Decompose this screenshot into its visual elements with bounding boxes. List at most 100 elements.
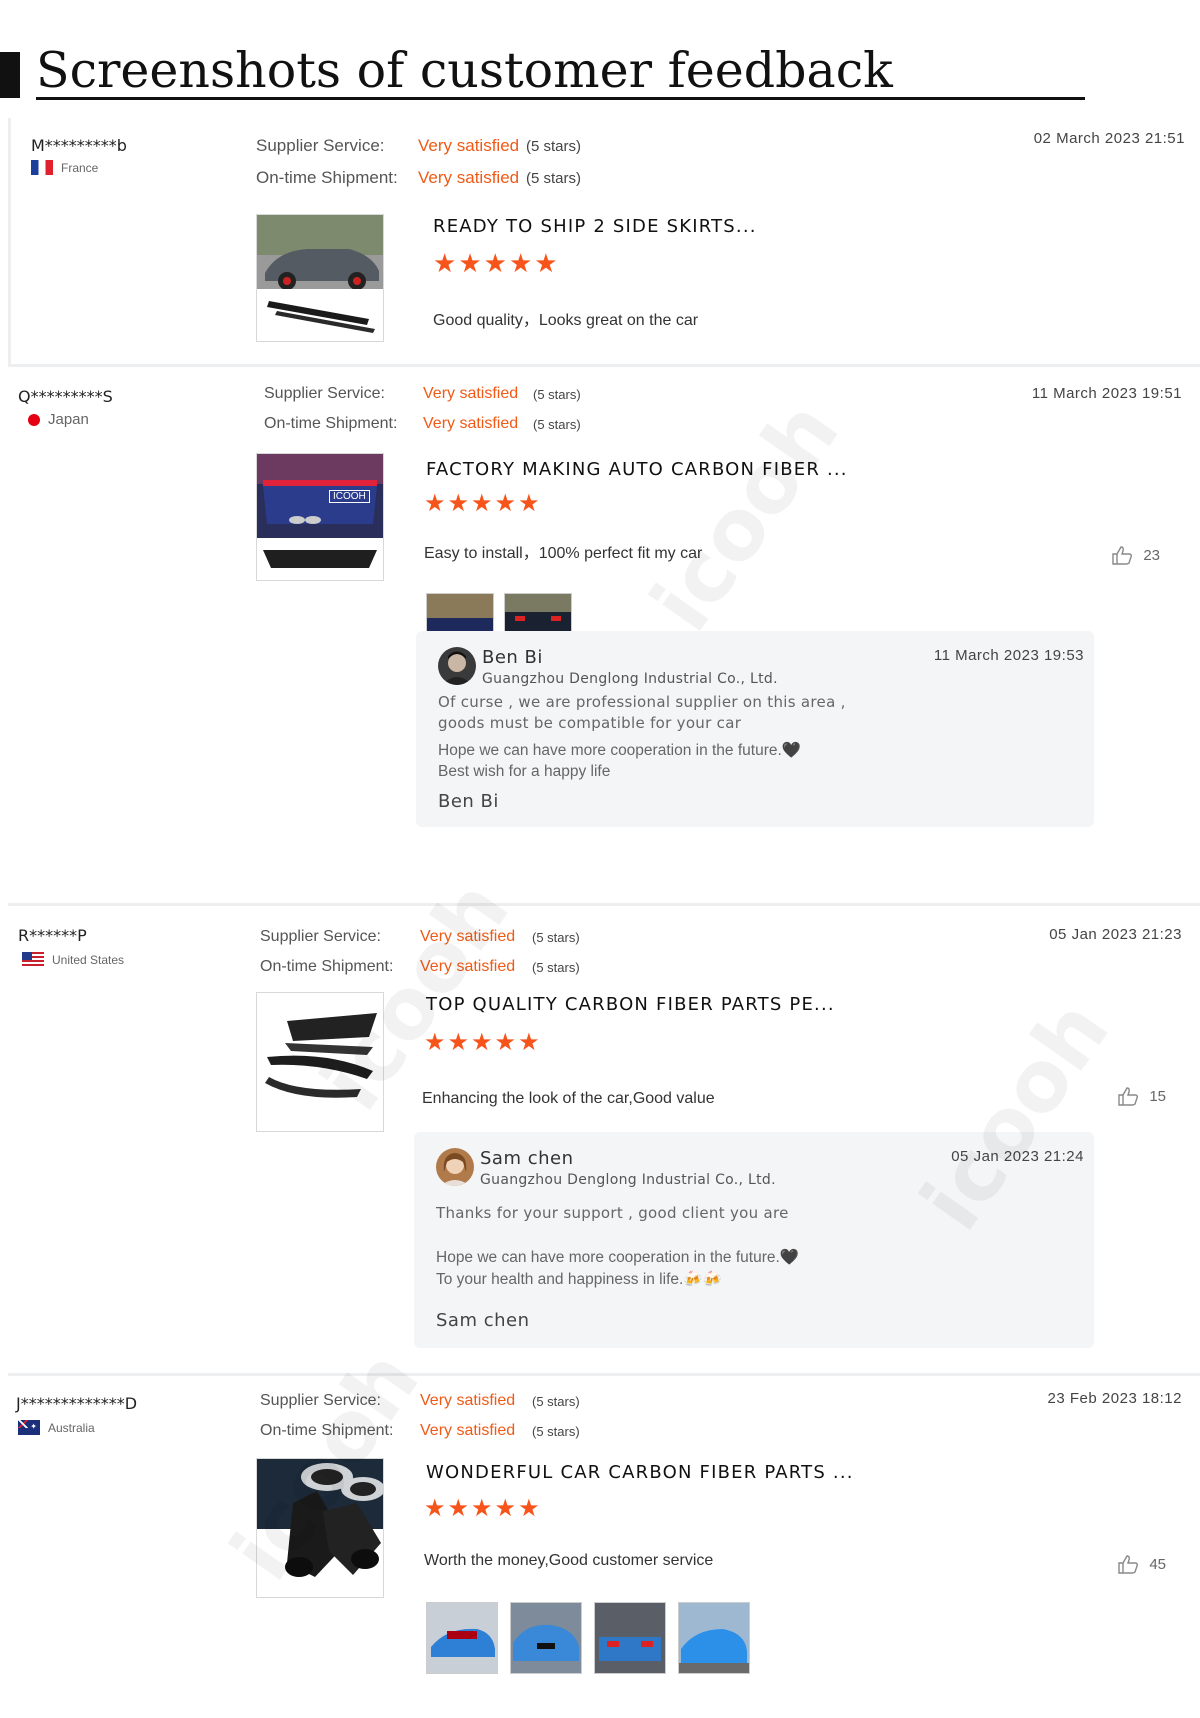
star-icon: ★: [471, 1495, 493, 1522]
rating-value: Very satisfied: [423, 415, 519, 432]
supplier-service-rating: Supplier Service: Very satisfied (5 star…: [260, 1392, 580, 1410]
country-label: United States: [52, 952, 125, 967]
product-star-rating: ★ ★ ★ ★ ★: [424, 1030, 540, 1056]
shipment-rating: On-time Shipment: Very satisfied (5 star…: [260, 958, 580, 976]
review-comment: Worth the money,Good customer service: [424, 1552, 714, 1569]
star-icon: ★: [424, 1029, 446, 1056]
star-icon: ★: [518, 1029, 540, 1056]
product-title[interactable]: FACTORY MAKING AUTO CARBON FIBER ...: [426, 459, 848, 480]
reply-signature: Sam chen: [436, 1310, 530, 1331]
star-icon: ★: [518, 1495, 540, 1522]
buyer-country: Australia: [18, 1420, 95, 1435]
like-button[interactable]: 23: [1111, 545, 1160, 565]
country-label: Australia: [48, 1420, 95, 1435]
rating-value: Very satisfied: [420, 1392, 516, 1409]
rating-stars-text: (5 stars): [526, 169, 582, 187]
rating-label: Supplier Service:: [256, 136, 385, 155]
like-button[interactable]: 45: [1117, 1554, 1166, 1574]
supplier-reply: Ben Bi Guangzhou Denglong Industrial Co.…: [416, 631, 1094, 827]
review-photo[interactable]: [510, 1602, 582, 1674]
rating-label: Supplier Service:: [264, 385, 385, 402]
product-title[interactable]: WONDERFUL CAR CARBON FIBER PARTS ...: [426, 1462, 854, 1483]
reply-text: Of curse , we are professional supplier …: [438, 693, 846, 711]
review-photo[interactable]: [678, 1602, 750, 1674]
review-card: Q*********S Japan Supplier Service: Very…: [8, 367, 1200, 906]
supplier-service-rating: Supplier Service: Very satisfied (5 star…: [256, 136, 581, 156]
france-flag-icon: [31, 160, 53, 175]
buyer-name: Q*********S: [18, 387, 113, 406]
star-icon: ★: [447, 1495, 470, 1522]
star-icon: ★: [494, 1029, 517, 1056]
product-thumbnail[interactable]: [256, 992, 384, 1132]
rating-label: Supplier Service:: [260, 1392, 381, 1409]
rating-value: Very satisfied: [420, 958, 516, 975]
reply-company: Guangzhou Denglong Industrial Co., Ltd.: [480, 1172, 776, 1188]
reply-company: Guangzhou Denglong Industrial Co., Ltd.: [482, 671, 778, 687]
star-icon: ★: [534, 248, 558, 278]
rating-value: Very satisfied: [420, 1422, 516, 1439]
star-icon: ★: [494, 1495, 517, 1522]
reply-text: Hope we can have more cooperation in the…: [436, 1249, 800, 1266]
review-card: R******P United States Supplier Service:…: [8, 863, 1200, 1376]
star-icon: ★: [494, 490, 517, 517]
rating-label: Supplier Service:: [260, 928, 381, 945]
title-underline: [36, 97, 1085, 100]
review-comment: Easy to install，100% perfect fit my car: [424, 545, 703, 562]
like-count: 23: [1143, 546, 1160, 564]
product-star-rating: ★ ★ ★ ★ ★: [433, 250, 558, 276]
product-thumbnail[interactable]: [256, 1458, 384, 1598]
rating-label: On-time Shipment:: [256, 168, 398, 187]
rating-value: Very satisfied: [423, 385, 519, 402]
rating-stars-text: (5 stars): [533, 386, 581, 402]
review-date: 02 March 2023 21:51: [1033, 130, 1185, 147]
shipment-rating: On-time Shipment: Very satisfied (5 star…: [260, 1422, 580, 1440]
buyer-country: United States: [22, 952, 124, 967]
rating-value: Very satisfied: [420, 928, 516, 945]
review-date: 05 Jan 2023 21:23: [1049, 926, 1182, 943]
review-date: 23 Feb 2023 18:12: [1047, 1390, 1182, 1407]
product-thumbnail[interactable]: [256, 214, 384, 342]
product-star-rating: ★ ★ ★ ★ ★: [424, 1496, 540, 1522]
review-comment: Good quality，Looks great on the car: [433, 312, 699, 329]
country-label: Japan: [48, 411, 89, 428]
product-title[interactable]: TOP QUALITY CARBON FIBER PARTS PE...: [426, 994, 835, 1015]
reply-text: To your health and happiness in life.🍻🍻: [436, 1271, 722, 1288]
buyer-country: France: [31, 160, 98, 175]
page-header: Screenshots of customer feedback: [0, 40, 1085, 100]
buyer-country: Japan: [28, 411, 89, 428]
review-photo-gallery: [426, 1602, 750, 1674]
review-photo[interactable]: [426, 1602, 498, 1674]
buyer-name: J*************D: [16, 1394, 138, 1413]
rating-label: On-time Shipment:: [260, 958, 394, 975]
star-icon: ★: [424, 490, 446, 517]
star-icon: ★: [433, 248, 457, 278]
reply-text: Hope we can have more cooperation in the…: [438, 742, 802, 759]
japan-flag-icon: [28, 413, 40, 426]
review-photo[interactable]: [594, 1602, 666, 1674]
supplier-service-rating: Supplier Service: Very satisfied (5 star…: [264, 385, 581, 403]
star-icon: ★: [471, 490, 493, 517]
avatar: [438, 647, 476, 685]
rating-stars-text: (5 stars): [533, 416, 581, 432]
thumbs-up-icon: [1117, 1086, 1139, 1106]
reply-author-name: Ben Bi: [482, 647, 543, 668]
star-icon: ★: [447, 490, 470, 517]
rating-label: On-time Shipment:: [264, 415, 398, 432]
star-icon: ★: [447, 1029, 470, 1056]
star-icon: ★: [508, 248, 533, 278]
rating-stars-text: (5 stars): [532, 1423, 580, 1439]
reply-text: goods must be compatible for your car: [438, 714, 742, 732]
australia-flag-icon: [18, 1420, 40, 1435]
product-thumbnail[interactable]: ICOOH: [256, 453, 384, 581]
product-title[interactable]: READY TO SHIP 2 SIDE SKIRTS...: [433, 216, 757, 237]
rating-stars-text: (5 stars): [532, 959, 580, 975]
page-title: Screenshots of customer feedback: [36, 42, 893, 99]
thumbs-up-icon: [1111, 545, 1133, 565]
like-button[interactable]: 15: [1117, 1086, 1166, 1106]
star-icon: ★: [518, 490, 540, 517]
star-icon: ★: [458, 248, 482, 278]
star-icon: ★: [471, 1029, 493, 1056]
review-card: J*************D Australia Supplier Servi…: [8, 1333, 1200, 1718]
supplier-service-rating: Supplier Service: Very satisfied (5 star…: [260, 928, 580, 946]
supplier-reply: Sam chen Guangzhou Denglong Industrial C…: [414, 1132, 1094, 1348]
